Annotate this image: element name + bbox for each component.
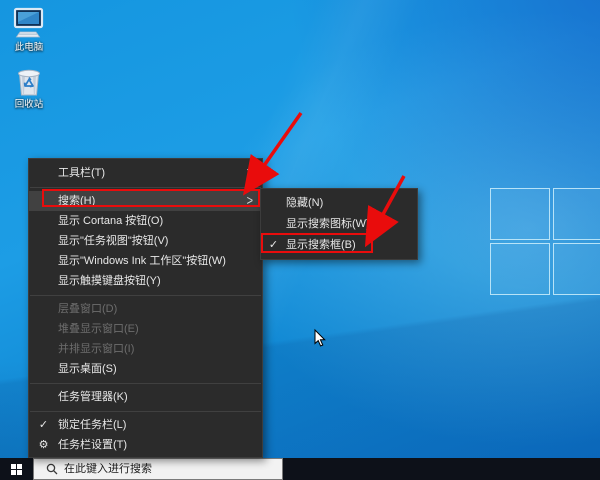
- menu-item-cascade-windows: 层叠窗口(D): [29, 299, 262, 319]
- checkmark-icon: ✓: [261, 235, 286, 256]
- checkmark-icon: ✓: [29, 415, 58, 435]
- menu-item-show-desktop[interactable]: 显示桌面(S): [29, 359, 262, 379]
- menu-item-task-manager[interactable]: 任务管理器(K): [29, 387, 262, 407]
- menu-separator: [30, 187, 261, 188]
- desktop-icon-recycle-bin[interactable]: 回收站: [5, 64, 53, 110]
- search-submenu: 隐藏(N) 显示搜索图标(W) ✓ 显示搜索框(B): [260, 188, 418, 260]
- search-input[interactable]: [64, 463, 282, 475]
- wallpaper-windows-logo: [490, 188, 600, 294]
- desktop-icon-label: 此电脑: [5, 42, 53, 53]
- this-pc-icon: [11, 7, 47, 41]
- taskbar: [0, 458, 600, 480]
- desktop-icon-label: 回收站: [5, 99, 53, 110]
- menu-separator: [30, 411, 261, 412]
- submenu-chevron-icon: >: [247, 161, 262, 186]
- logo-pane-top-right: [553, 188, 600, 240]
- start-button[interactable]: [0, 458, 33, 480]
- menu-item-toolbars[interactable]: 工具栏(T) >: [29, 163, 262, 183]
- menu-item-search[interactable]: 搜索(H) >: [29, 191, 262, 211]
- menu-item-show-touch-keyboard-button[interactable]: 显示触摸键盘按钮(Y): [29, 271, 262, 291]
- windows-desktop-screen: 此电脑 回收站 工具栏(T) > 搜索(H) > 显示 Cortana 按钮(O…: [0, 0, 600, 480]
- menu-separator: [30, 295, 261, 296]
- taskbar-search-box[interactable]: [33, 458, 283, 480]
- logo-pane-bottom-right: [553, 243, 600, 295]
- menu-separator: [30, 383, 261, 384]
- menu-item-lock-the-taskbar[interactable]: ✓ 锁定任务栏(L): [29, 415, 262, 435]
- submenu-item-show-search-icon[interactable]: 显示搜索图标(W): [261, 214, 417, 235]
- menu-item-show-cortana-button[interactable]: 显示 Cortana 按钮(O): [29, 211, 262, 231]
- menu-item-show-windows-stacked: 堆叠显示窗口(E): [29, 319, 262, 339]
- taskbar-context-menu: 工具栏(T) > 搜索(H) > 显示 Cortana 按钮(O) 显示"任务视…: [28, 158, 263, 458]
- menu-item-show-task-view-button[interactable]: 显示"任务视图"按钮(V): [29, 231, 262, 251]
- search-icon: [46, 463, 58, 475]
- menu-item-taskbar-settings[interactable]: ⚙ 任务栏设置(T): [29, 435, 262, 455]
- logo-pane-bottom-left: [490, 243, 550, 295]
- logo-pane-top-left: [490, 188, 550, 240]
- recycle-bin-icon: [12, 64, 46, 98]
- menu-item-show-windows-side-by-side: 并排显示窗口(I): [29, 339, 262, 359]
- desktop-icon-this-pc[interactable]: 此电脑: [5, 7, 53, 53]
- submenu-item-show-search-box[interactable]: ✓ 显示搜索框(B): [261, 235, 417, 256]
- submenu-item-hidden[interactable]: 隐藏(N): [261, 193, 417, 214]
- menu-item-show-windows-ink-workspace-button[interactable]: 显示"Windows Ink 工作区"按钮(W): [29, 251, 262, 271]
- windows-start-icon: [11, 464, 22, 475]
- gear-icon: ⚙: [29, 435, 58, 455]
